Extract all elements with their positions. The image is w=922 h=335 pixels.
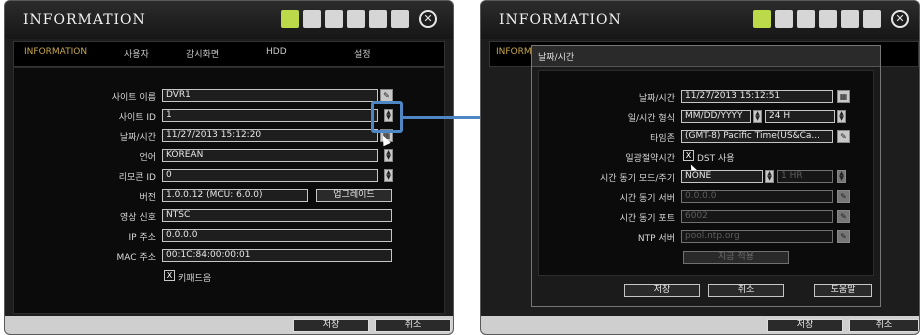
dst-label: 일광절약시간 [625, 154, 675, 164]
site-id-label: 사이트 ID [118, 113, 156, 123]
record-setup-icon[interactable] [797, 10, 815, 28]
window-title: INFORMATION [23, 12, 146, 28]
event-icon[interactable] [347, 10, 365, 28]
record-setup-icon[interactable] [325, 10, 343, 28]
toolbar-icons: ✕ [753, 10, 909, 28]
ntp-server-field: pool.ntp.org [681, 230, 833, 243]
sync-server-field: 0.0.0.0 [681, 190, 833, 203]
right-titlebar: INFORMATION ✕ [481, 1, 919, 39]
monitor-icon[interactable] [281, 10, 299, 28]
dialog-save-button[interactable]: 저장 [624, 284, 700, 297]
edit-icon[interactable]: ✎ [837, 130, 850, 143]
window-title: INFORMATION [499, 12, 622, 28]
cancel-button[interactable]: 취소 [375, 319, 451, 332]
remote-id-label: 리모콘 ID [118, 173, 156, 183]
upgrade-button[interactable]: 업그레이드 [316, 189, 392, 202]
left-titlebar: INFORMATION ✕ [5, 1, 453, 39]
right-bottom-bar: 저장 취소 [481, 316, 919, 334]
site-id-field[interactable]: 1 [162, 109, 378, 122]
time-format-spinner[interactable]: ▲ ▼ [837, 110, 846, 123]
event-icon[interactable] [819, 10, 837, 28]
toolbar-icons: ✕ [281, 10, 437, 28]
tab-hdd[interactable]: HDD [266, 47, 287, 57]
mac-address-field: 00:1C:84:00:00:01 [162, 249, 392, 262]
system-icon[interactable] [863, 10, 881, 28]
site-name-field[interactable]: DVR1 [162, 89, 378, 102]
save-button[interactable]: 저장 [767, 319, 843, 332]
tab-settings[interactable]: 설정 [354, 47, 371, 60]
apply-now-button: 지금 적용 [683, 251, 789, 264]
date-format-field[interactable]: MM/DD/YYYY [681, 110, 751, 123]
save-button[interactable]: 저장 [293, 319, 369, 332]
camera-setup-icon[interactable] [303, 10, 321, 28]
dst-text: DST 사용 [697, 154, 735, 164]
dialog-title: 날짜/시간 [538, 53, 575, 63]
system-icon[interactable] [391, 10, 409, 28]
timezone-label: 타임존 [650, 134, 675, 144]
edit-icon: ✎ [837, 210, 850, 223]
edit-icon: ✎ [837, 230, 850, 243]
spinner-highlight [371, 101, 403, 133]
datetime-label: 날짜/시간 [119, 133, 156, 143]
datetime-label: 날짜/시간 [638, 94, 675, 104]
sync-mode-spinner[interactable]: ▲ ▼ [765, 170, 774, 183]
video-signal-field: NTSC [162, 209, 392, 222]
ip-address-field: 0.0.0.0 [162, 229, 392, 242]
left-bottom-bar: 저장 취소 [5, 316, 453, 334]
help-button[interactable]: 도움말 [814, 284, 872, 297]
datetime-field[interactable]: 11/27/2013 15:12:20 [162, 129, 378, 142]
sync-port-field: 6002 [681, 210, 833, 223]
remote-id-spinner[interactable]: ▲ ▼ [384, 169, 393, 182]
tab-information[interactable]: INFORMATION [24, 47, 87, 57]
dialog-titlebar: 날짜/시간 [532, 46, 880, 67]
sync-period-spinner: ▲ ▼ [837, 170, 846, 183]
right-info-window: INFORMATION ✕ INFORM 날짜/시간 날짜/시간 11/27/2… [480, 0, 920, 335]
date-format-spinner[interactable]: ▲ ▼ [753, 110, 762, 123]
date-format-label: 일/시간 형식 [627, 114, 675, 124]
sync-server-label: 시간 동기 서버 [619, 194, 675, 204]
timezone-field[interactable]: (GMT-8) Pacific Time(US&Ca... [681, 130, 833, 143]
keypad-sound-label: 키패드음 [178, 274, 212, 284]
close-icon[interactable]: ✕ [891, 10, 909, 28]
camera-setup-icon[interactable] [775, 10, 793, 28]
dialog-cancel-button[interactable]: 취소 [708, 284, 784, 297]
tab-display[interactable]: 감시화면 [186, 47, 219, 60]
edit-icon: ✎ [837, 190, 850, 203]
tab-information[interactable]: INFORM [496, 47, 532, 57]
sync-port-label: 시간 동기 포트 [619, 214, 675, 224]
dialog-panel: 날짜/시간 11/27/2013 15:12:51 ▦ 일/시간 형식 MM/D… [538, 70, 874, 276]
site-name-label: 사이트 이름 [111, 93, 156, 103]
calendar-icon[interactable]: ▦ [837, 90, 850, 103]
video-signal-label: 영상 신호 [120, 213, 156, 223]
mac-address-label: MAC 주소 [116, 253, 156, 263]
cancel-button[interactable]: 취소 [849, 319, 919, 332]
ip-address-label: IP 주소 [128, 233, 156, 243]
datetime-field[interactable]: 11/27/2013 15:12:51 [681, 90, 833, 103]
keypad-sound-checkbox[interactable]: X [164, 270, 175, 281]
network-icon[interactable] [369, 10, 387, 28]
dst-checkbox[interactable]: X [683, 150, 694, 161]
ntp-server-label: NTP 서버 [637, 234, 675, 244]
network-icon[interactable] [841, 10, 859, 28]
time-format-field[interactable]: 24 H [765, 110, 835, 123]
datetime-dialog: 날짜/시간 날짜/시간 11/27/2013 15:12:51 ▦ 일/시간 형… [531, 45, 881, 307]
tab-bar: INFORMATION 사용자 감시화면 HDD 설정 [13, 41, 445, 67]
remote-id-field[interactable]: 0 [162, 169, 378, 182]
monitor-icon[interactable] [753, 10, 771, 28]
sync-period-field: 1 HR [777, 170, 833, 183]
close-icon[interactable]: ✕ [419, 10, 437, 28]
sync-mode-label: 시간 동기 모드/주기 [600, 174, 675, 184]
tab-users[interactable]: 사용자 [124, 47, 149, 60]
language-field[interactable]: KOREAN [162, 149, 378, 162]
left-info-window: INFORMATION ✕ INFORMATION 사용자 감시화면 HDD 설… [4, 0, 454, 335]
transition-arrow-shaft [403, 116, 483, 119]
version-label: 버전 [139, 193, 156, 203]
language-spinner[interactable]: ▲ ▼ [384, 149, 393, 162]
version-field: 1.0.0.12 (MCU: 6.0.0) [162, 189, 308, 202]
language-label: 언어 [139, 153, 156, 163]
sync-mode-field[interactable]: NONE [681, 170, 763, 183]
